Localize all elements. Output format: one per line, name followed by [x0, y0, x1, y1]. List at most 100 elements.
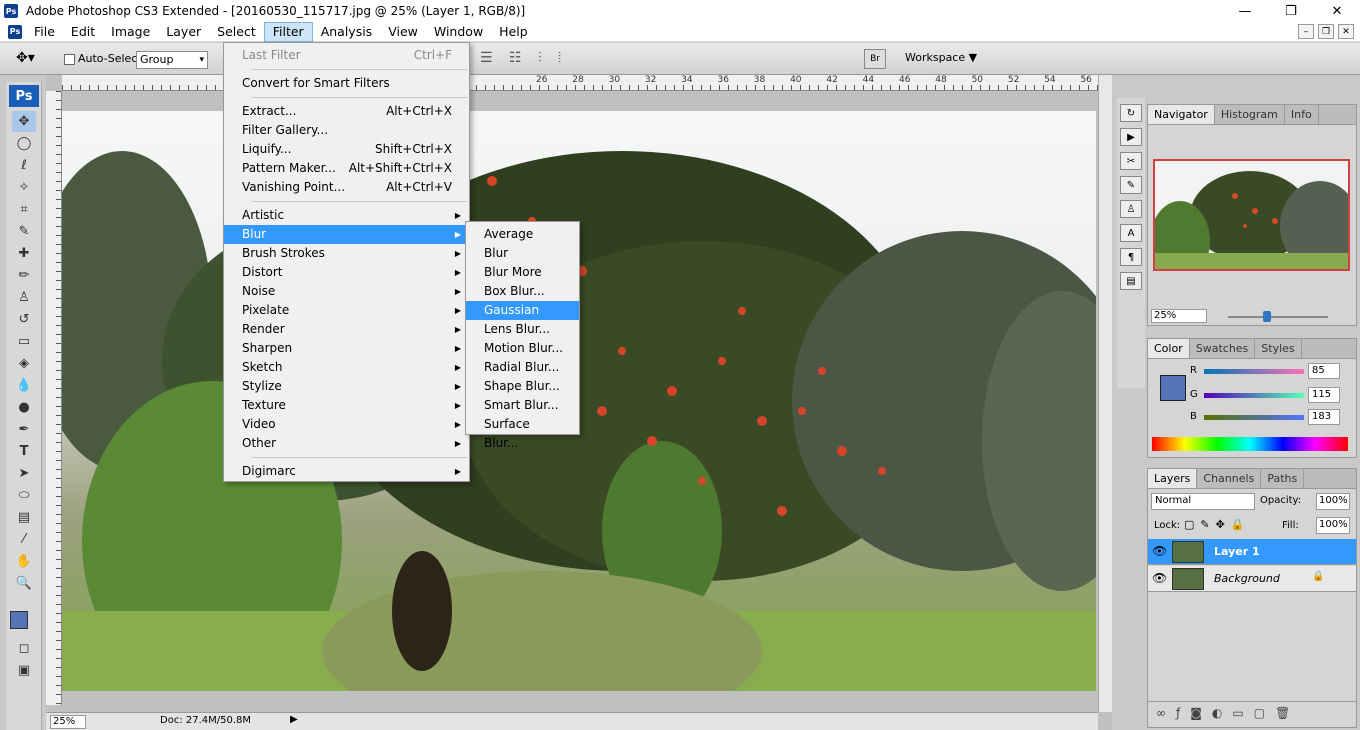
foreground-color-swatch[interactable]	[10, 611, 28, 629]
menu-item-gaussian-blur[interactable]: Gaussian Blur...	[466, 301, 579, 336]
menu-window[interactable]: Window	[426, 22, 491, 42]
tab-paths[interactable]: Paths	[1261, 469, 1305, 488]
shape-tool-icon[interactable]: ⬭	[12, 485, 36, 506]
menu-item-stylize[interactable]: Stylize ▶	[224, 377, 469, 396]
slice-tool-icon[interactable]: ✎	[12, 221, 36, 242]
notes-tool-icon[interactable]: ▤	[12, 507, 36, 528]
menu-item-motion-blur[interactable]: Motion Blur...	[466, 339, 579, 358]
zoom-tool-icon[interactable]: 🔍	[12, 573, 36, 594]
screen-mode-icon[interactable]: ▣	[12, 660, 36, 681]
menu-view[interactable]: View	[380, 22, 426, 42]
menu-item-video[interactable]: Video ▶	[224, 415, 469, 434]
menu-help[interactable]: Help	[491, 22, 536, 42]
r-value[interactable]: 85	[1308, 363, 1340, 379]
menu-item-liquify[interactable]: Liquify... Shift+Ctrl+X	[224, 140, 469, 159]
layer-comps-icon[interactable]: ▤	[1120, 272, 1142, 290]
lasso-tool-icon[interactable]: ℓ	[12, 155, 36, 176]
eraser-tool-icon[interactable]: ▭	[12, 331, 36, 352]
auto-select-checkbox[interactable]	[64, 54, 75, 65]
paragraph-panel-icon[interactable]: ¶	[1120, 248, 1142, 266]
move-tool-icon[interactable]: ✥▾	[16, 50, 35, 66]
menu-item-smart-blur[interactable]: Smart Blur...	[466, 396, 579, 415]
menu-image[interactable]: Image	[103, 22, 158, 42]
clone-source-icon[interactable]: ♙	[1120, 200, 1142, 218]
trash-icon[interactable]: 🗑	[1275, 706, 1300, 720]
menu-item-brush-strokes[interactable]: Brush Strokes ▶	[224, 244, 469, 263]
app-menu-icon[interactable]: Ps	[8, 24, 22, 39]
layer-name[interactable]: Background	[1214, 572, 1280, 585]
doc-close-button[interactable]: ✕	[1338, 24, 1354, 39]
actions-panel-icon[interactable]: ▶	[1120, 128, 1142, 146]
tab-histogram[interactable]: Histogram	[1215, 105, 1285, 124]
menu-item-filter-gallery[interactable]: Filter Gallery...	[224, 121, 469, 140]
vertical-scrollbar[interactable]	[1098, 75, 1112, 712]
menu-item-digimarc[interactable]: Digimarc ▶	[224, 462, 469, 481]
menu-item-surface-blur[interactable]: Surface Blur...	[466, 415, 579, 450]
tab-styles[interactable]: Styles	[1255, 339, 1302, 358]
menu-item-vanishing-point[interactable]: Vanishing Point... Alt+Ctrl+V	[224, 178, 469, 197]
menu-filter[interactable]: Filter	[263, 21, 313, 42]
menu-item-convert-smart-filters[interactable]: Convert for Smart Filters	[224, 74, 469, 93]
zoom-slider-thumb[interactable]	[1263, 311, 1271, 322]
layer-row[interactable]: 👁 Layer 1	[1148, 539, 1356, 565]
menu-item-average[interactable]: Average	[466, 225, 579, 244]
eye-icon[interactable]: 👁	[1152, 544, 1167, 558]
navigator-thumbnail[interactable]	[1153, 159, 1350, 271]
menu-item-last-filter[interactable]: Last Filter Ctrl+F	[224, 46, 469, 65]
tab-info[interactable]: Info	[1285, 105, 1319, 124]
history-brush-tool-icon[interactable]: ↺	[12, 309, 36, 330]
menu-item-texture[interactable]: Texture ▶	[224, 396, 469, 415]
menu-select[interactable]: Select	[209, 22, 264, 42]
align-icons[interactable]: ☰ ☷ ⫶ ⦙	[480, 50, 567, 66]
magic-wand-tool-icon[interactable]: ✧	[12, 177, 36, 198]
opacity-field[interactable]: 100%	[1316, 493, 1350, 510]
r-slider[interactable]	[1204, 369, 1304, 374]
type-tool-icon[interactable]: T	[12, 441, 36, 462]
menu-item-radial-blur[interactable]: Radial Blur...	[466, 358, 579, 377]
menu-item-other[interactable]: Other ▶	[224, 434, 469, 453]
color-foreground-swatch[interactable]	[1160, 375, 1186, 401]
maximize-button[interactable]: ❐	[1268, 0, 1314, 22]
b-slider[interactable]	[1204, 415, 1304, 420]
eyedropper-tool-icon[interactable]: ⁄	[12, 529, 36, 550]
color-spectrum[interactable]	[1152, 437, 1348, 451]
move-tool-icon[interactable]: ✥	[12, 111, 36, 132]
menu-item-noise[interactable]: Noise ▶	[224, 282, 469, 301]
hand-tool-icon[interactable]: ✋	[12, 551, 36, 572]
menu-item-blur-basic[interactable]: Blur	[466, 244, 579, 263]
paint-bucket-tool-icon[interactable]: ◈	[12, 353, 36, 374]
brushes-panel-icon[interactable]: ✎	[1120, 176, 1142, 194]
layer-row[interactable]: 👁 Background 🔒	[1148, 566, 1356, 592]
link-layers-icon[interactable]: ∞	[1156, 706, 1176, 720]
blur-tool-icon[interactable]: 💧	[12, 375, 36, 396]
brush-tool-icon[interactable]: ✏	[12, 265, 36, 286]
doc-minimize-button[interactable]: –	[1298, 24, 1314, 39]
b-value[interactable]: 183	[1308, 409, 1340, 425]
lock-icons[interactable]: ▢✎✥🔒	[1184, 518, 1251, 531]
close-button[interactable]: ✕	[1314, 0, 1360, 22]
tab-channels[interactable]: Channels	[1197, 469, 1262, 488]
layer-name[interactable]: Layer 1	[1214, 545, 1260, 558]
mask-icon[interactable]: ◙	[1190, 706, 1212, 720]
menu-item-blur-more[interactable]: Blur More	[466, 263, 579, 282]
path-selection-tool-icon[interactable]: ➤	[12, 463, 36, 484]
fx-icon[interactable]: ƒ	[1176, 706, 1190, 720]
blend-mode-dropdown[interactable]: Normal	[1151, 493, 1255, 510]
menu-item-lens-blur[interactable]: Lens Blur...	[466, 320, 579, 339]
character-panel-icon[interactable]: A	[1120, 224, 1142, 242]
pen-tool-icon[interactable]: ✒	[12, 419, 36, 440]
eye-icon[interactable]: 👁	[1152, 571, 1167, 585]
tool-presets-icon[interactable]: ✂	[1120, 152, 1142, 170]
zoom-slider[interactable]	[1228, 316, 1328, 318]
menu-item-sketch[interactable]: Sketch ▶	[224, 358, 469, 377]
menu-layer[interactable]: Layer	[158, 22, 209, 42]
healing-brush-tool-icon[interactable]: ✚	[12, 243, 36, 264]
menu-item-artistic[interactable]: Artistic ▶	[224, 206, 469, 225]
g-value[interactable]: 115	[1308, 387, 1340, 403]
color-swatches[interactable]	[6, 595, 41, 637]
menu-item-sharpen[interactable]: Sharpen ▶	[224, 339, 469, 358]
auto-select-dropdown[interactable]: Group ▾	[136, 51, 208, 69]
workspace-button[interactable]: Workspace ▼	[905, 51, 977, 64]
crop-tool-icon[interactable]: ⌗	[12, 199, 36, 220]
menu-item-render[interactable]: Render ▶	[224, 320, 469, 339]
